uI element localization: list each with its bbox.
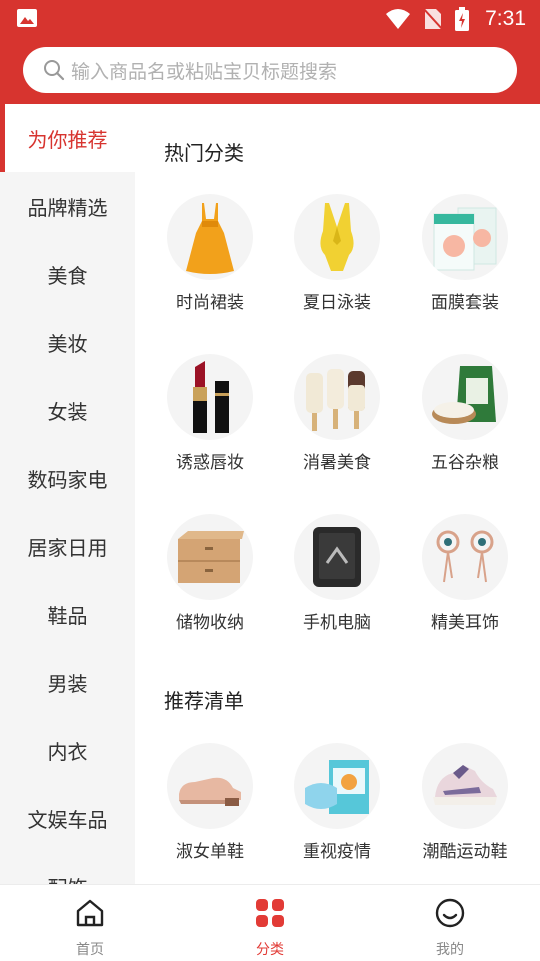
sidebar-item-label: 居家日用 (27, 535, 108, 560)
search-input[interactable]: 输入商品名或粘贴宝贝标题搜索 (23, 47, 517, 93)
category-label: 精美耳饰 (431, 613, 499, 633)
tab-label: 分类 (256, 942, 284, 958)
lipstick-icon (167, 354, 253, 440)
sidebar-item-label: 品牌精选 (27, 195, 108, 220)
category-item[interactable]: 消暑美食 (273, 354, 401, 473)
sidebar-item-label: 为你推荐 (27, 127, 108, 152)
dress-icon (167, 194, 253, 280)
category-item[interactable]: 淑女单鞋 (146, 743, 274, 862)
swimsuit-icon (294, 194, 380, 280)
sidebar-item-label: 鞋品 (47, 603, 88, 628)
sidebar-item-mens[interactable]: 男装 (0, 648, 135, 716)
sidebar-item-label: 配饰 (48, 872, 88, 885)
sidebar-item-label: 美食 (47, 263, 88, 288)
tab-profile[interactable]: 我的 (360, 885, 540, 961)
category-label: 诱惑唇妆 (176, 453, 244, 473)
category-label: 消暑美食 (303, 453, 371, 473)
category-sidebar[interactable]: 为你推荐 品牌精选 美食 美妆 女装 数码家电 居家日用 鞋品 男装 内衣 文娱… (0, 104, 135, 884)
category-item[interactable]: 储物收纳 (146, 514, 274, 633)
category-label: 五谷杂粮 (431, 453, 499, 473)
sidebar-item-food[interactable]: 美食 (0, 240, 135, 308)
mask-box-icon (422, 194, 508, 280)
category-item[interactable]: 面膜套装 (401, 194, 529, 313)
sidebar-item-recommended[interactable]: 为你推荐 (0, 104, 135, 172)
sidebar-item-shoes[interactable]: 鞋品 (0, 580, 135, 648)
popsicle-icon (294, 354, 380, 440)
section-title-recommended: 推荐清单 (164, 689, 244, 713)
gallery-notification-icon (17, 9, 37, 27)
category-icon (256, 899, 284, 927)
status-time: 7:31 (485, 7, 526, 30)
category-item[interactable]: 潮酷运动鞋 (401, 743, 529, 862)
tab-label: 首页 (76, 942, 104, 958)
sidebar-item-label: 文娱车品 (27, 807, 108, 832)
storage-drawer-icon (167, 514, 253, 600)
loafer-icon (167, 743, 253, 829)
no-sim-icon (423, 7, 444, 31)
category-label: 夏日泳装 (303, 293, 371, 313)
sidebar-item-accessories[interactable]: 配饰 (0, 852, 135, 885)
category-item[interactable]: 夏日泳装 (273, 194, 401, 313)
sidebar-item-beauty[interactable]: 美妆 (0, 308, 135, 376)
section-title-hot: 热门分类 (164, 141, 244, 165)
category-label: 淑女单鞋 (176, 842, 244, 862)
rice-bag-icon (422, 354, 508, 440)
sidebar-item-label: 内衣 (47, 739, 88, 764)
tab-label: 我的 (436, 942, 464, 958)
sidebar-item-label: 男装 (47, 671, 88, 696)
category-label: 潮酷运动鞋 (422, 842, 508, 862)
sidebar-item-womens[interactable]: 女装 (0, 376, 135, 444)
bottom-tab-bar: 首页 分类 我的 (0, 884, 540, 961)
category-label: 时尚裙装 (176, 293, 244, 313)
sidebar-item-digital[interactable]: 数码家电 (0, 444, 135, 512)
tab-category[interactable]: 分类 (180, 885, 360, 961)
category-item[interactable]: 手机电脑 (273, 514, 401, 633)
sidebar-item-brands[interactable]: 品牌精选 (0, 172, 135, 240)
sidebar-item-home[interactable]: 居家日用 (0, 512, 135, 580)
sidebar-item-label: 女装 (47, 399, 88, 424)
category-content: 热门分类 时尚裙装 夏日泳装 面膜套装 诱惑唇妆 消暑美食 五谷杂粮 储物收纳 … (135, 104, 540, 884)
search-placeholder: 输入商品名或粘贴宝贝标题搜索 (71, 60, 338, 83)
battery-icon (455, 7, 470, 31)
category-label: 面膜套装 (431, 293, 499, 313)
phone-icon (294, 514, 380, 600)
status-bar: 7:31 (0, 0, 540, 38)
sidebar-item-label: 美妆 (47, 331, 88, 356)
sneaker-icon (422, 743, 508, 829)
search-icon (44, 60, 65, 81)
header-bar: 7:31 输入商品名或粘贴宝贝标题搜索 (0, 0, 540, 104)
sidebar-item-entertainment[interactable]: 文娱车品 (0, 784, 135, 852)
category-item[interactable]: 诱惑唇妆 (146, 354, 274, 473)
sidebar-item-label: 数码家电 (27, 467, 108, 492)
profile-icon (435, 898, 465, 928)
category-item[interactable]: 时尚裙装 (146, 194, 274, 313)
category-item[interactable]: 重视疫情 (273, 743, 401, 862)
earrings-icon (422, 514, 508, 600)
category-label: 储物收纳 (176, 613, 244, 633)
wifi-icon (386, 9, 411, 29)
tab-home[interactable]: 首页 (0, 885, 180, 961)
category-item[interactable]: 五谷杂粮 (401, 354, 529, 473)
category-label: 手机电脑 (303, 613, 371, 633)
face-mask-icon (294, 743, 380, 829)
home-icon (76, 899, 104, 927)
category-label: 重视疫情 (303, 842, 371, 862)
sidebar-item-underwear[interactable]: 内衣 (0, 716, 135, 784)
category-item[interactable]: 精美耳饰 (401, 514, 529, 633)
